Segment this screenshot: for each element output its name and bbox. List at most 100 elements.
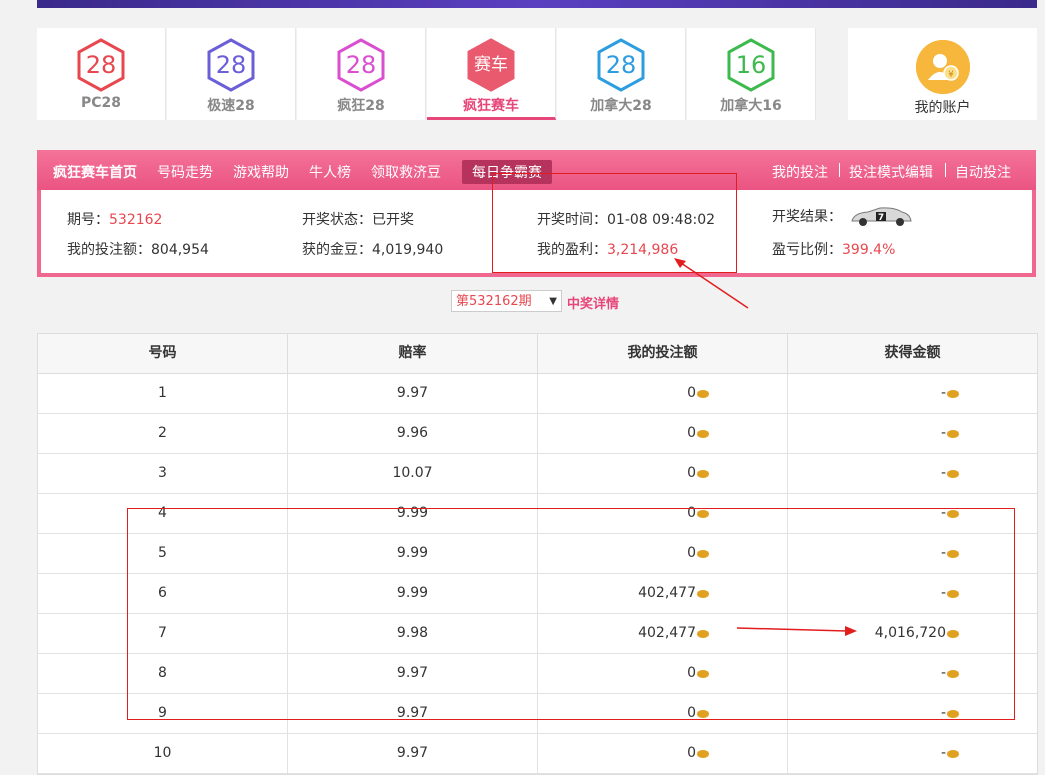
nav-home[interactable]: 疯狂赛车首页 [53,162,137,182]
nav-help[interactable]: 游戏帮助 [233,162,289,182]
nav-my-bets[interactable]: 我的投注 [772,162,828,182]
win-amount-cell-value: - [940,745,946,761]
my-bet-cell-value: 0 [687,425,696,441]
status-info: 开奖状态：已开奖 [302,209,414,229]
game-tab[interactable]: 28 加拿大28 [557,28,686,120]
ratio-info: 盈亏比例：399.4% [772,239,895,259]
hexagon-badge-icon: 28 [336,38,386,92]
hexagon-badge-icon: 赛车 [466,38,516,92]
table-row: 10 9.97 0 - [38,734,1037,774]
nav-bet-mode[interactable]: 投注模式编辑 [849,162,933,182]
game-tab-number: 28 [345,51,377,79]
odds-cell: 9.97 [288,734,538,773]
user-coin-icon: ¥ [915,40,970,94]
game-tab[interactable]: 28 疯狂28 [297,28,426,120]
gold-bean-icon [947,430,959,438]
odds-cell: 9.97 [288,374,538,413]
win-amount-cell-value: - [940,425,946,441]
number-cell: 1 [38,374,288,413]
table-row: 1 9.97 0 - [38,374,1037,414]
table-row: 3 10.07 0 - [38,454,1037,494]
gold-bean-icon [697,470,709,478]
hexagon-badge-icon: 16 [726,38,776,92]
win-amount-cell: - [788,734,1037,773]
my-bet-value: 804,954 [151,242,209,258]
odds-cell-value: 9.96 [396,425,429,441]
nav-separator [945,163,946,177]
status-label: 开奖状态： [302,212,372,228]
game-tab-number: 28 [605,51,637,79]
gold-bean-icon [697,430,709,438]
annotation-arrow [736,626,857,636]
my-account-label: 我的账户 [914,100,971,116]
game-tab[interactable]: 28 极速28 [167,28,296,120]
odds-cell-value: 9.97 [396,745,429,761]
game-tab[interactable]: 赛车 疯狂赛车 [427,28,556,120]
win-amount-cell: - [788,414,1037,453]
period-select[interactable]: 第532162期 ▼ [451,290,562,312]
odds-cell-value: 9.97 [396,385,429,401]
result-label: 开奖结果： [772,209,842,225]
nav-trend[interactable]: 号码走势 [157,162,213,182]
game-tab-number: 28 [85,51,117,79]
my-bet-label: 我的投注额： [67,242,151,258]
gold-bean-icon [947,390,959,398]
table-header: 号码 赔率 我的投注额 获得金额 [38,334,1037,374]
number-cell: 2 [38,414,288,453]
odds-cell: 10.07 [288,454,538,493]
number-cell-value: 2 [158,425,167,441]
nav-ranking[interactable]: 牛人榜 [309,162,351,182]
my-bet-cell: 0 [538,414,788,453]
period-value: 532162 [109,212,163,228]
race-car-result-icon: 7 [848,206,914,228]
gold-value: 4,019,940 [372,242,444,258]
ratio-label: 盈亏比例： [772,242,842,258]
number-cell-value: 3 [158,465,167,481]
my-bet-cell-value: 0 [687,465,696,481]
nav-relief[interactable]: 领取救济豆 [371,162,441,182]
gold-bean-icon [947,750,959,758]
period-label: 期号： [67,212,109,228]
hexagon-badge-icon: 28 [76,38,126,92]
prize-detail-link[interactable]: 中奖详情 [567,293,619,312]
header-my-bet: 我的投注额 [538,334,788,373]
win-amount-cell: - [788,374,1037,413]
game-tab-label: 疯狂28 [337,98,385,114]
my-bet-cell-value: 0 [687,745,696,761]
nav-separator [839,163,840,177]
game-tab[interactable]: 16 加拿大16 [687,28,816,120]
result-info: 开奖结果： 7 [772,206,914,228]
gold-bean-icon [947,470,959,478]
game-tab-label: 极速28 [207,98,255,114]
odds-cell: 9.96 [288,414,538,453]
period-select-value: 第532162期 [456,294,532,309]
svg-text:¥: ¥ [948,70,954,80]
my-bet-cell-value: 0 [687,385,696,401]
my-bet-cell: 0 [538,454,788,493]
nav-auto-bet[interactable]: 自动投注 [955,162,1011,182]
header-win: 获得金额 [884,345,941,361]
period-info: 期号：532162 [67,209,162,229]
ratio-value: 399.4% [842,242,896,258]
game-tab-label: 加拿大28 [590,98,652,114]
number-cell-value: 10 [153,745,172,761]
status-value: 已开奖 [372,212,414,228]
top-banner [37,0,1037,8]
gold-info: 获的金豆：4,019,940 [302,239,443,259]
my-bet-info: 我的投注额：804,954 [67,239,209,259]
win-amount-cell: - [788,454,1037,493]
hexagon-badge-icon: 28 [206,38,256,92]
my-bet-cell: 0 [538,374,788,413]
my-account-button[interactable]: ¥ 我的账户 [848,28,1037,120]
game-tab-number: 16 [735,51,767,79]
hexagon-badge-icon: 28 [596,38,646,92]
win-amount-cell-value: - [940,385,946,401]
highlight-box-rows [127,508,1015,720]
annotation-arrow [674,258,749,309]
my-bet-cell: 0 [538,734,788,773]
chevron-down-icon: ▼ [549,296,557,307]
game-tab[interactable]: 28 PC28 [37,28,166,120]
table-row: 2 9.96 0 - [38,414,1037,454]
gold-bean-icon [697,750,709,758]
number-cell-value: 1 [158,385,167,401]
